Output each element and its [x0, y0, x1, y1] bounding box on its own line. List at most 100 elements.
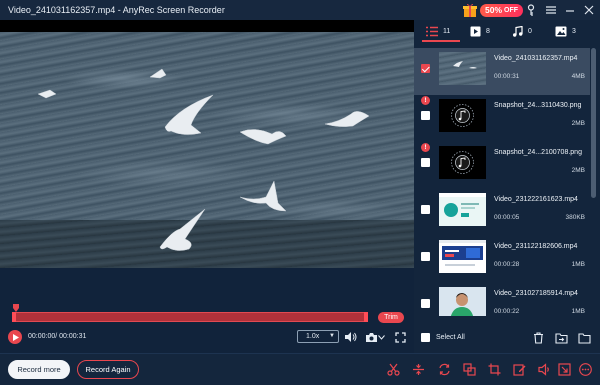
item-name: Snapshot_24...3110430.png [494, 102, 582, 109]
export-icon[interactable] [557, 362, 572, 377]
discount-badge: 50% OFF [480, 3, 524, 17]
list-item[interactable]: Video_241031162357.mp4 00:00:31 4MB [414, 48, 590, 95]
item-size: 1MB [571, 261, 585, 268]
item-checkbox[interactable] [421, 111, 430, 120]
trim-end-handle[interactable] [364, 312, 368, 322]
item-name: Video_231122182606.mp4 [494, 243, 578, 250]
trim-button[interactable]: Trim [378, 312, 404, 323]
discount-off-label: OFF [504, 6, 519, 14]
gift-icon [463, 3, 477, 17]
image-icon [555, 26, 567, 36]
time-readout: 00:00:00/ 00:00:31 [28, 333, 87, 340]
trim-timeline[interactable] [12, 312, 368, 322]
scissors-icon[interactable] [386, 362, 401, 377]
window-title: Video_241031162357.mp4 - AnyRec Screen R… [8, 5, 225, 15]
item-thumbnail [439, 146, 486, 179]
list-item[interactable]: Video_231222161623.mp4 00:00:05 380KB [414, 189, 590, 236]
list-item[interactable]: ! Snapshot_24...3110430.png 2MB [414, 95, 590, 142]
item-thumbnail [439, 240, 486, 273]
tab-audio-count: 0 [528, 27, 532, 35]
item-duration: 00:00:22 [494, 308, 520, 315]
merge-icon[interactable] [462, 362, 477, 377]
tab-all[interactable]: 11 [426, 23, 450, 39]
warning-icon: ! [421, 96, 430, 105]
player-controls: 00:00:00/ 00:00:31 1.0x ▼ [0, 327, 414, 349]
active-tab-indicator [422, 40, 460, 42]
discount-percent: 50% [485, 5, 503, 15]
select-all-label: Select All [436, 334, 465, 341]
speed-value: 1.0x [306, 333, 320, 340]
crop-icon[interactable] [487, 362, 502, 377]
play-icon [12, 333, 19, 341]
tab-images[interactable]: 3 [555, 23, 576, 39]
item-duration: 00:00:28 [494, 261, 520, 268]
item-thumbnail [439, 52, 486, 85]
list-item[interactable]: ! Snapshot_24...2100708.png 2MB [414, 142, 590, 189]
speed-select[interactable]: 1.0x ▼ [297, 330, 339, 343]
item-checkbox[interactable] [421, 252, 430, 261]
video-preview[interactable] [0, 20, 414, 268]
promo-badge[interactable]: 50% OFF [462, 2, 524, 18]
item-name: Video_231027185914.mp4 [494, 290, 578, 297]
play-button[interactable] [8, 330, 22, 344]
title-bar: Video_241031162357.mp4 - AnyRec Screen R… [0, 0, 600, 20]
tab-images-count: 3 [572, 27, 576, 35]
close-icon[interactable] [582, 3, 596, 17]
item-size: 380KB [565, 214, 585, 221]
item-thumbnail [439, 99, 486, 132]
video-icon [470, 26, 481, 36]
item-checkbox[interactable] [421, 158, 430, 167]
item-thumbnail [439, 193, 486, 226]
recording-list: Video_241031162357.mp4 00:00:31 4MB ! Sn… [414, 48, 590, 316]
tab-all-count: 11 [443, 27, 451, 35]
music-icon [513, 25, 523, 37]
bottom-toolbar: Record more Record Again [0, 353, 600, 385]
media-filter-tabs: 11 8 0 3 [414, 20, 600, 42]
select-all-checkbox[interactable] [421, 333, 430, 342]
item-size: 1MB [571, 308, 585, 315]
item-checkbox[interactable] [421, 299, 430, 308]
delete-icon[interactable] [531, 331, 545, 345]
seagulls-illustration [37, 68, 370, 251]
trim-start-handle[interactable] [12, 312, 16, 322]
more-options-icon[interactable] [578, 362, 593, 377]
list-item[interactable]: Video_231122182606.mp4 00:00:28 1MB [414, 236, 590, 283]
volume-icon[interactable] [343, 330, 357, 344]
list-scrollbar[interactable] [591, 48, 596, 198]
item-size: 2MB [571, 167, 585, 174]
select-all-bar: Select All [414, 326, 600, 350]
item-name: Video_241031162357.mp4 [494, 55, 578, 62]
recorder-window: Video_241031162357.mp4 - AnyRec Screen R… [0, 0, 600, 385]
item-size: 2MB [571, 120, 585, 127]
item-duration: 00:00:05 [494, 214, 520, 221]
recording-history-panel: 11 8 0 3 Video_241031162357.mp4 00:00:31… [414, 20, 600, 353]
split-icon[interactable] [411, 362, 426, 377]
item-name: Snapshot_24...2100708.png [494, 149, 582, 156]
list-icon [426, 26, 438, 36]
record-again-button[interactable]: Record Again [77, 360, 139, 379]
item-thumbnail [439, 287, 486, 316]
warning-icon: ! [421, 143, 430, 152]
fullscreen-icon[interactable] [393, 330, 407, 344]
item-size: 4MB [571, 73, 585, 80]
item-duration: 00:00:31 [494, 73, 520, 80]
tab-videos-count: 8 [486, 27, 490, 35]
playhead-marker[interactable] [13, 304, 19, 312]
minimize-icon[interactable] [563, 3, 577, 17]
item-checkbox[interactable] [421, 64, 430, 73]
snapshot-options-chevron-icon[interactable] [377, 330, 385, 344]
camera-icon[interactable] [364, 330, 378, 344]
menu-icon[interactable] [544, 3, 558, 17]
tab-audio[interactable]: 0 [512, 23, 532, 39]
item-name: Video_231222161623.mp4 [494, 196, 578, 203]
edit-metadata-icon[interactable] [512, 362, 527, 377]
tab-videos[interactable]: 8 [470, 23, 490, 39]
item-checkbox[interactable] [421, 205, 430, 214]
convert-icon[interactable] [437, 362, 452, 377]
list-item[interactable]: Video_231027185914.mp4 00:00:22 1MB [414, 283, 590, 316]
record-more-button[interactable]: Record more [8, 360, 70, 379]
open-folder-icon[interactable] [577, 331, 591, 345]
key-icon[interactable] [524, 3, 538, 17]
audio-volume-icon[interactable] [537, 362, 552, 377]
folder-move-icon[interactable] [554, 331, 568, 345]
